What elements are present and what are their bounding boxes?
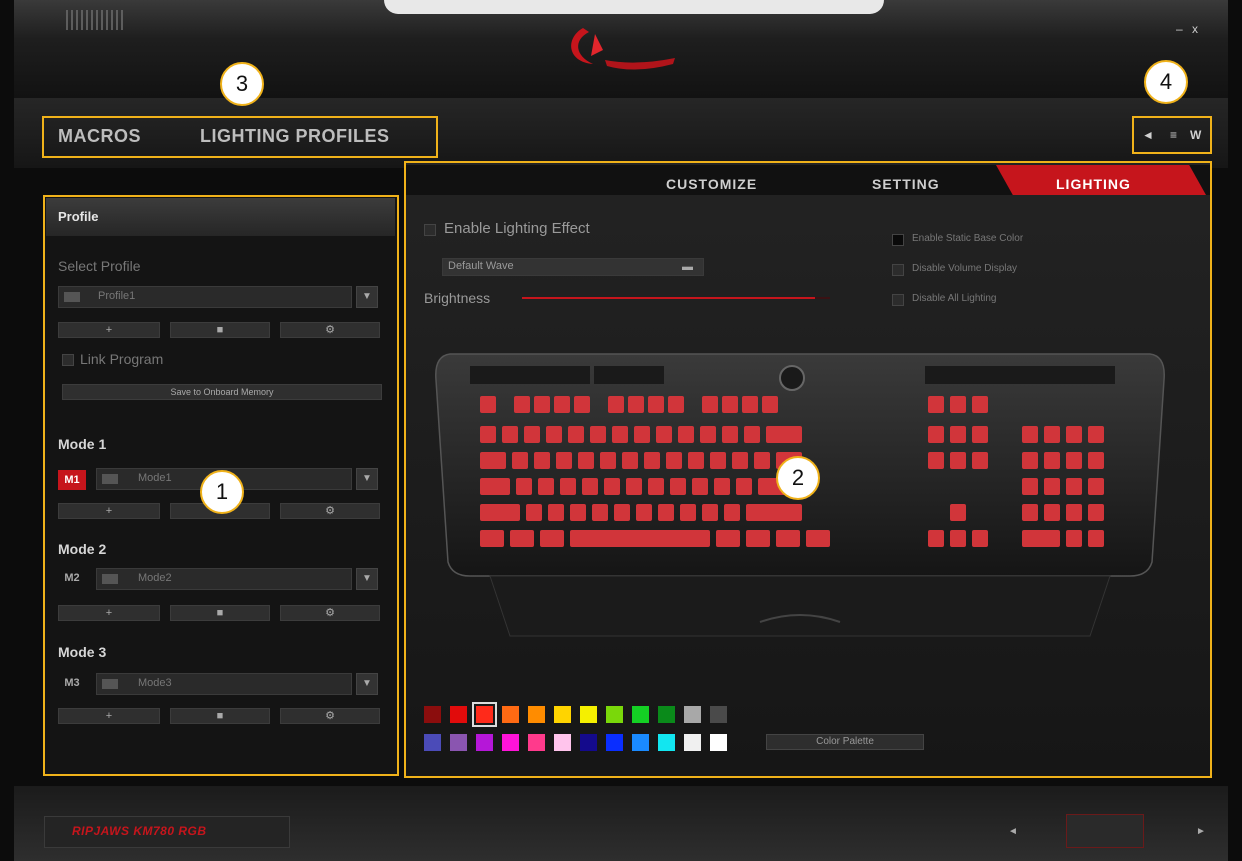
speaker-grille-decoration <box>66 10 126 30</box>
device-name: RIPJAWS KM780 RGB <box>72 824 207 838</box>
callout-frame-3 <box>42 116 438 158</box>
device-thumbnail[interactable] <box>1066 814 1144 848</box>
prev-device-button[interactable]: ◄ <box>1008 826 1018 837</box>
close-button[interactable]: x <box>1192 22 1198 36</box>
callout-badge-4: 4 <box>1144 60 1188 104</box>
callout-frame-4 <box>1132 116 1212 154</box>
app-window: – x MACROS LIGHTING PROFILES ◄ ≡ W Profi… <box>0 0 1242 861</box>
callout-badge-1: 1 <box>200 470 244 514</box>
callout-badge-2: 2 <box>776 456 820 500</box>
minimize-button[interactable]: – <box>1176 22 1183 36</box>
gskill-logo <box>571 28 675 70</box>
next-device-button[interactable]: ► <box>1196 826 1206 837</box>
callout-badge-3: 3 <box>220 62 264 106</box>
